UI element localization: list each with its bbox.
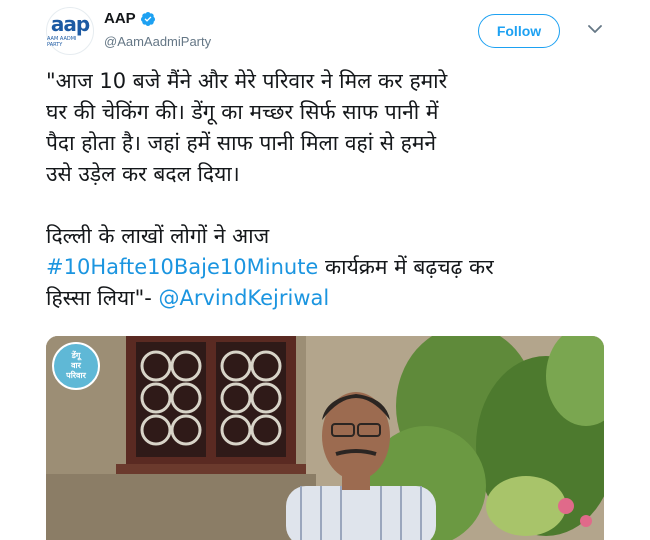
display-name[interactable]: AAP <box>104 10 136 27</box>
tweet-text-line: हिस्सा लिया"- @ArvindKejriwal <box>46 283 616 314</box>
tweet-text-line: #10Hafte10Baje10Minute कार्यक्रम में बढ़… <box>46 252 616 283</box>
badge-text: डेंगू <box>71 351 81 360</box>
badge-text: परिवार <box>66 371 86 380</box>
campaign-logo-badge: डेंगू वार परिवार <box>52 342 100 390</box>
tweet-text-fragment: कार्यक्रम में बढ़चढ़ कर <box>318 255 494 279</box>
tweet-text-line: घर की चेकिंग की। डेंगू का मच्छर सिर्फ सा… <box>46 100 439 124</box>
tweet-text-line: दिल्ली के लाखों लोगों ने आज <box>46 224 270 248</box>
avatar-logo-subtext: AAM AADMI PARTY <box>47 36 77 48</box>
mention-link[interactable]: @ArvindKejriwal <box>159 286 330 310</box>
badge-text: वार <box>71 361 81 370</box>
avatar-logo-text: aap <box>50 12 90 36</box>
account-handle[interactable]: @AamAadmiParty <box>104 34 211 49</box>
follow-button[interactable]: Follow <box>478 14 560 48</box>
video-frame-image <box>46 336 604 540</box>
name-row: AAP <box>104 10 156 27</box>
tweet-text-line: पैदा होता है। जहां हमें साफ पानी मिला वह… <box>46 131 437 155</box>
avatar[interactable]: aap AAM AADMI PARTY <box>46 7 94 55</box>
tweet-text-fragment: हिस्सा लिया"- <box>46 286 159 310</box>
verified-badge-icon <box>140 11 155 26</box>
chevron-down-icon[interactable] <box>588 24 602 34</box>
hashtag-link[interactable]: #10Hafte10Baje10Minute <box>46 255 318 279</box>
tweet-text-line: "आज 10 बजे मैंने और मेरे परिवार ने मिल क… <box>46 69 448 93</box>
tweet-text-line: उसे उड़ेल कर बदल दिया। <box>46 162 240 186</box>
media-video-thumbnail[interactable]: डेंगू वार परिवार <box>46 336 604 540</box>
tweet-text: "आज 10 बजे मैंने और मेरे परिवार ने मिल क… <box>46 66 616 314</box>
tweet-card: aap AAM AADMI PARTY AAP @AamAadmiParty F… <box>0 0 650 540</box>
